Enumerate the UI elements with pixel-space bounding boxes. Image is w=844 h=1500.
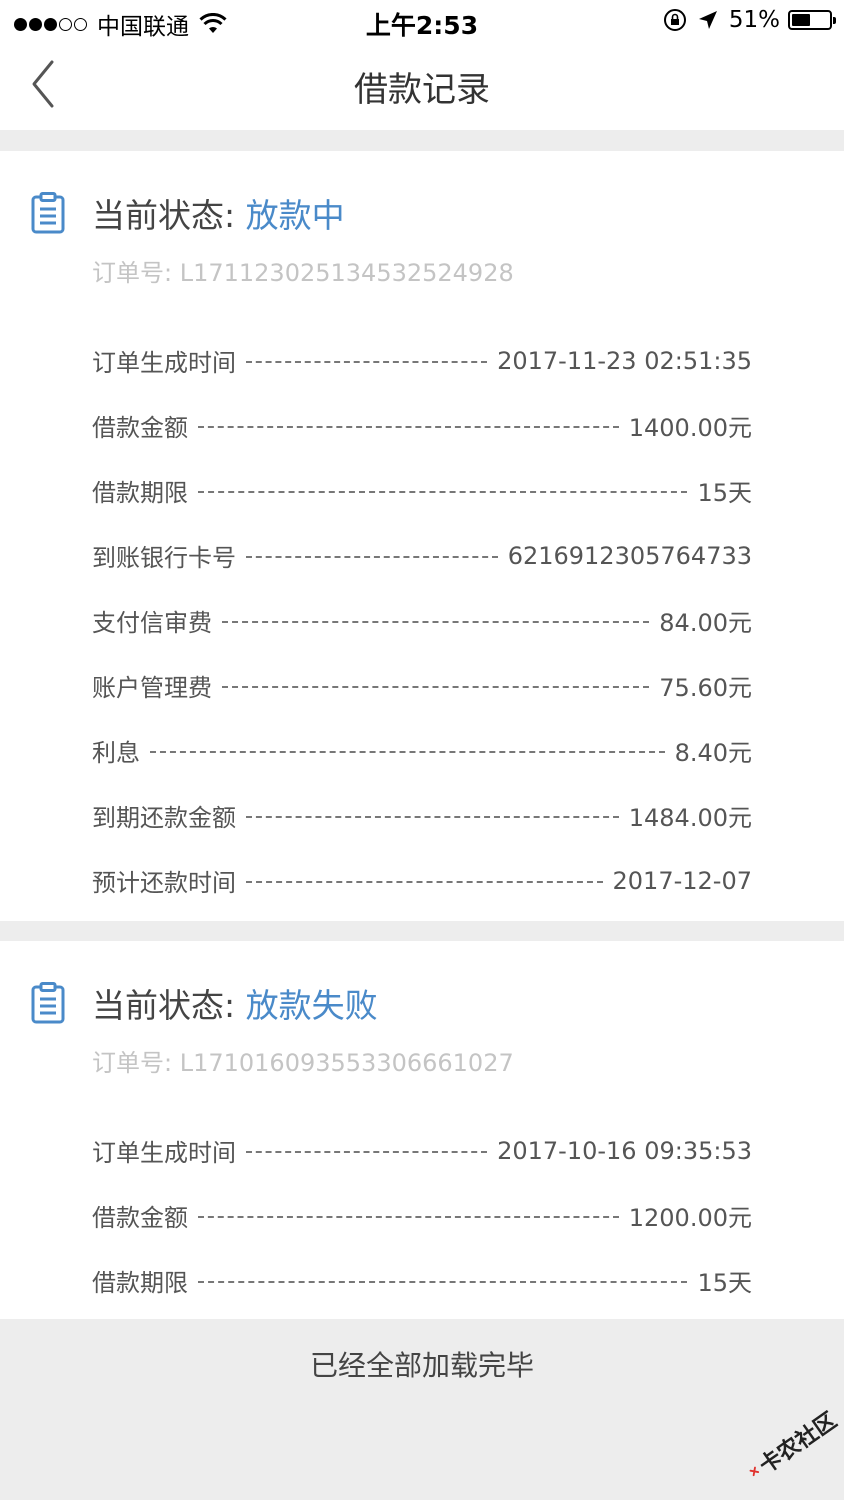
location-icon — [698, 11, 717, 29]
dashed-leader — [198, 1215, 619, 1218]
detail-row: 借款期限 15天 — [92, 1248, 752, 1313]
clipboard-icon — [31, 982, 65, 1024]
nav-bar: 借款记录 — [0, 42, 844, 130]
detail-label: 借款期限 — [92, 1269, 188, 1297]
battery-fill — [792, 14, 811, 26]
detail-row: 利息 8.40元 — [92, 718, 752, 783]
dashed-leader — [246, 1150, 488, 1153]
detail-value: 6216912305764733 — [507, 541, 752, 570]
detail-value: 2017-12-07 — [612, 866, 752, 895]
battery-icon — [788, 10, 836, 30]
detail-label: 订单生成时间 — [92, 1139, 236, 1167]
detail-value: 1200.00元 — [628, 1204, 752, 1232]
dashed-leader — [198, 490, 688, 493]
watermark-text: 卡农社区 — [755, 1408, 842, 1480]
detail-label: 借款金额 — [92, 414, 188, 442]
detail-value: 1400.00元 — [628, 414, 752, 442]
dashed-leader — [222, 685, 650, 688]
battery-percent: 51% — [728, 7, 780, 33]
status-value: 放款失败 — [245, 986, 378, 1025]
detail-label: 支付信审费 — [92, 609, 212, 637]
detail-label: 订单生成时间 — [92, 349, 236, 377]
dashed-leader — [198, 1280, 688, 1283]
status-bar: 中国联通 上午2:53 51% — [0, 0, 844, 42]
dashed-leader — [246, 815, 619, 818]
detail-row: 借款期限 15天 — [92, 458, 752, 523]
loan-record-card[interactable]: 当前状态: 放款中 订单号: L17112302513453252492​8 订… — [0, 151, 844, 921]
watermark-logo: 卡农社区 — [728, 1384, 844, 1500]
detail-value: 8.40元 — [674, 739, 752, 767]
detail-label: 预计还款时间 — [92, 869, 236, 897]
detail-value: 15天 — [697, 479, 752, 507]
detail-row: 借款金额 1200.00元 — [92, 1183, 752, 1248]
load-complete-text: 已经全部加载完毕 — [309, 1349, 534, 1382]
detail-label: 到账银行卡号 — [92, 544, 236, 572]
status-line: 当前状态: 放款中 — [92, 189, 345, 237]
detail-value: 2017-11-23 02:51:35 — [497, 346, 752, 375]
detail-rows: 订单生成时间 2017-10-16 09:35:53 借款金额 1200.00元借款期… — [92, 1118, 752, 1313]
loan-record-card[interactable]: 当前状态: 放款失败 订单号: L17101609355330666102​7 … — [0, 941, 844, 1319]
detail-label: 借款金额 — [92, 1204, 188, 1232]
dashed-leader — [246, 555, 498, 558]
detail-label: 账户管理费 — [92, 674, 212, 702]
detail-row: 到账银行卡号 6216912305764733 — [92, 523, 752, 588]
detail-row: 借款金额 1400.00元 — [92, 393, 752, 458]
dashed-leader — [246, 880, 603, 883]
page-title: 借款记录 — [354, 70, 490, 110]
detail-label: 到期还款金额 — [92, 804, 236, 832]
status-label: 当前状态: — [92, 196, 246, 235]
detail-value: 75.60元 — [659, 674, 752, 702]
status-label: 当前状态: — [92, 986, 246, 1025]
detail-value: 2017-10-16 09:35:53 — [497, 1136, 752, 1165]
order-number: 订单号: L17101609355330666102​7 — [92, 1049, 514, 1077]
dashed-leader — [246, 360, 488, 363]
dashed-leader — [150, 750, 665, 753]
detail-rows: 订单生成时间 2017-11-23 02:51:35 借款金额 1400.00元借款期… — [92, 328, 752, 913]
detail-row: 订单生成时间 2017-11-23 02:51:35 — [92, 328, 752, 393]
detail-row: 预计还款时间 2017-12-07 — [92, 848, 752, 913]
status-line: 当前状态: 放款失败 — [92, 979, 378, 1027]
status-right: 51% — [663, 7, 836, 33]
detail-value: 84.00元 — [659, 609, 752, 637]
status-value: 放款中 — [245, 196, 345, 235]
orientation-lock-icon — [663, 9, 686, 31]
clipboard-icon — [31, 192, 65, 234]
detail-label: 借款期限 — [92, 479, 188, 507]
detail-value: 15天 — [697, 1269, 752, 1297]
detail-row: 到期还款金额 1484.00元 — [92, 783, 752, 848]
detail-label: 利息 — [92, 739, 140, 767]
dashed-leader — [198, 425, 619, 428]
detail-row: 支付信审费 84.00元 — [92, 588, 752, 653]
detail-value: 1484.00元 — [628, 804, 752, 832]
dashed-leader — [222, 620, 650, 623]
detail-row: 订单生成时间 2017-10-16 09:35:53 — [92, 1118, 752, 1183]
detail-row: 账户管理费 75.60元 — [92, 653, 752, 718]
order-number: 订单号: L17112302513453252492​8 — [92, 259, 514, 287]
